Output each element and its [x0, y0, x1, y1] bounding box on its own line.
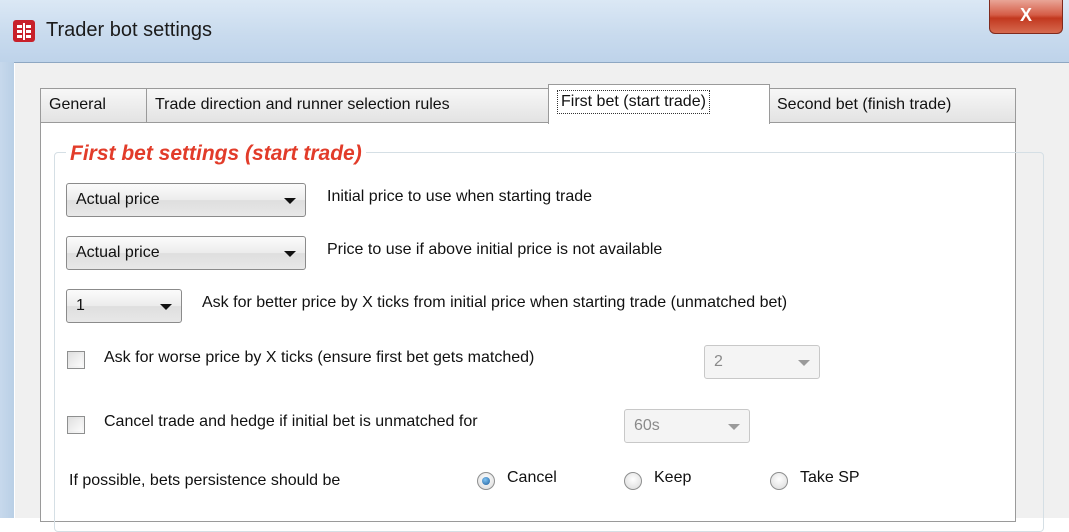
cancel-hedge-checkbox[interactable]	[67, 416, 85, 434]
chevron-down-icon	[160, 304, 172, 310]
chevron-down-icon	[728, 424, 740, 430]
persistence-label: If possible, bets persistence should be	[69, 472, 341, 489]
cancel-hedge-time-value: 60s	[634, 417, 660, 434]
tab-second-bet[interactable]: Second bet (finish trade)	[768, 88, 1016, 122]
better-price-ticks-label: Ask for better price by X ticks from ini…	[202, 294, 788, 311]
window-frame	[0, 62, 14, 518]
worse-price-ticks-value: 2	[714, 353, 723, 370]
cancel-hedge-time-select[interactable]: 60s	[624, 409, 750, 443]
persistence-cancel-label: Cancel	[507, 469, 557, 486]
fallback-price-label: Price to use if above initial price is n…	[327, 241, 663, 258]
worse-price-ticks-select[interactable]: 2	[704, 345, 820, 379]
persistence-keep-radio[interactable]	[624, 472, 642, 490]
tab-first-bet[interactable]: First bet (start trade)	[548, 84, 770, 124]
worse-price-label: Ask for worse price by X ticks (ensure f…	[104, 349, 535, 366]
tab-trade-direction[interactable]: Trade direction and runner selection rul…	[146, 88, 551, 122]
cancel-hedge-label: Cancel trade and hedge if initial bet is…	[104, 413, 478, 430]
title-bar: Trader bot settings X	[0, 0, 1069, 62]
persistence-keep-label: Keep	[654, 469, 692, 486]
window-title: Trader bot settings	[46, 19, 213, 41]
chevron-down-icon	[284, 251, 296, 257]
worse-price-checkbox[interactable]	[67, 351, 85, 369]
persistence-take-sp-radio[interactable]	[770, 472, 788, 490]
initial-price-select[interactable]: Actual price	[66, 183, 306, 217]
better-price-ticks-value: 1	[76, 297, 85, 314]
initial-price-label: Initial price to use when starting trade	[327, 188, 593, 205]
tab-first-bet-label: First bet (start trade)	[557, 90, 710, 114]
chevron-down-icon	[284, 198, 296, 204]
chevron-down-icon	[798, 360, 810, 366]
tab-general[interactable]: General	[40, 88, 147, 122]
fallback-price-select[interactable]: Actual price	[66, 236, 306, 270]
initial-price-value: Actual price	[76, 191, 160, 208]
persistence-cancel-radio[interactable]	[477, 472, 495, 490]
group-title: First bet settings (start trade)	[66, 142, 366, 166]
better-price-ticks-select[interactable]: 1	[66, 289, 182, 323]
app-icon	[13, 20, 35, 42]
fallback-price-value: Actual price	[76, 244, 160, 261]
close-button[interactable]: X	[989, 0, 1063, 34]
persistence-take-sp-label: Take SP	[800, 469, 860, 486]
